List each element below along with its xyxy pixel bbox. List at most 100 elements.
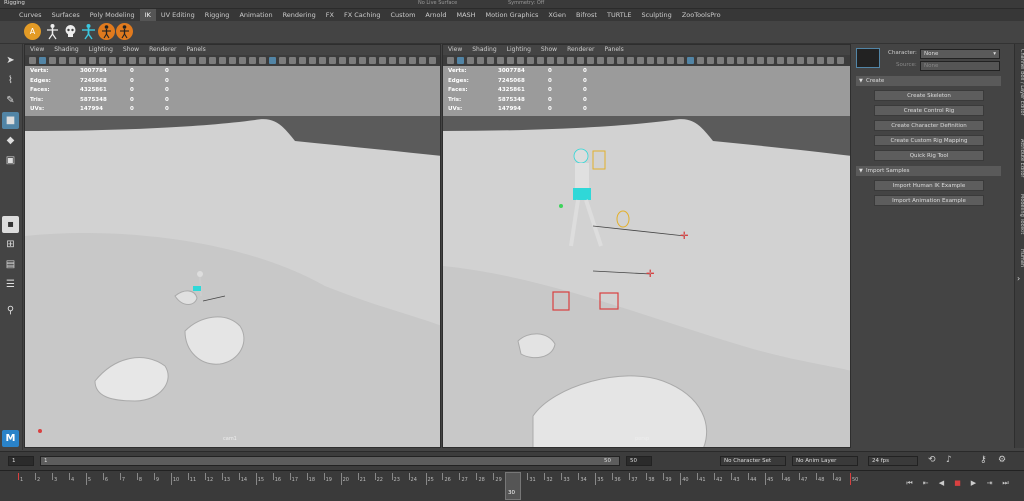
hik-button-create-skeleton[interactable]: Create Skeleton bbox=[874, 90, 984, 101]
scale-tool-icon[interactable]: ▣ bbox=[2, 152, 19, 169]
panel-tool-icon[interactable] bbox=[547, 57, 554, 64]
shelf-tab[interactable]: Custom bbox=[386, 9, 421, 21]
source-dropdown[interactable]: None bbox=[920, 61, 1000, 71]
panel-tool-icon[interactable] bbox=[777, 57, 784, 64]
fk-figure-icon[interactable] bbox=[98, 23, 115, 40]
panel-tool-icon[interactable] bbox=[827, 57, 834, 64]
panel-tool-icon[interactable] bbox=[289, 57, 296, 64]
import-section-header[interactable]: ▼ Import Samples bbox=[856, 166, 1001, 176]
panel-tool-icon[interactable] bbox=[249, 57, 256, 64]
panel-tool-icon[interactable] bbox=[39, 57, 46, 64]
shelf-tab[interactable]: ZooToolsPro bbox=[677, 9, 726, 21]
panel-tool-icon[interactable] bbox=[467, 57, 474, 64]
shelf-tab[interactable]: FX Caching bbox=[339, 9, 386, 21]
viewport-left[interactable]: View Shading Lighting Show Renderer Panels Ve… bbox=[24, 44, 441, 448]
shelf-tab[interactable]: Motion Graphics bbox=[481, 9, 544, 21]
panel-tool-icon[interactable] bbox=[29, 57, 36, 64]
hik-button-quick-rig-tool[interactable]: Quick Rig Tool bbox=[874, 150, 984, 161]
hik-window-icon[interactable]: A bbox=[24, 23, 41, 40]
panel-tool-icon[interactable] bbox=[557, 57, 564, 64]
panel-tool-icon[interactable] bbox=[797, 57, 804, 64]
panel-tool-icon[interactable] bbox=[209, 57, 216, 64]
panel-tool-icon[interactable] bbox=[239, 57, 246, 64]
paint-select-icon[interactable]: ✎ bbox=[2, 92, 19, 109]
menu-set-dropdown[interactable]: Rigging bbox=[4, 0, 25, 7]
panel-tool-icon[interactable] bbox=[409, 57, 416, 64]
hik-button-create-control-rig[interactable]: Create Control Rig bbox=[874, 105, 984, 116]
shelf-tab[interactable]: UV Editing bbox=[156, 9, 200, 21]
go-to-end-icon[interactable]: ⏭ bbox=[1001, 479, 1010, 488]
panel-tool-icon[interactable] bbox=[419, 57, 426, 64]
character-dropdown[interactable]: None ▾ bbox=[920, 49, 1000, 59]
panel-menu-item[interactable]: Shading bbox=[467, 45, 501, 55]
go-to-start-icon[interactable]: ⏮ bbox=[905, 479, 914, 488]
panel-menu-item[interactable]: Panels bbox=[181, 45, 210, 55]
scene-view[interactable] bbox=[25, 116, 441, 448]
shelf-tab[interactable]: IK bbox=[139, 9, 156, 21]
ik-figure-icon[interactable] bbox=[116, 23, 133, 40]
panel-menu-item[interactable]: Show bbox=[536, 45, 562, 55]
panel-tool-icon[interactable] bbox=[159, 57, 166, 64]
step-back-key-icon[interactable]: ⇤ bbox=[921, 479, 930, 488]
panel-tool-icon[interactable] bbox=[537, 57, 544, 64]
panel-tool-icon[interactable] bbox=[577, 57, 584, 64]
panel-tool-icon[interactable] bbox=[567, 57, 574, 64]
panel-tool-icon[interactable] bbox=[487, 57, 494, 64]
panel-tool-icon[interactable] bbox=[269, 57, 276, 64]
panel-tool-icon[interactable] bbox=[817, 57, 824, 64]
move-tool-icon[interactable]: ■ bbox=[2, 112, 19, 129]
four-view-layout-icon[interactable]: ⊞ bbox=[2, 236, 19, 253]
end-frame-field[interactable]: 50 bbox=[626, 456, 652, 466]
skull-icon[interactable] bbox=[62, 23, 79, 40]
stop-icon[interactable]: ■ bbox=[953, 479, 962, 488]
anim-layer-dropdown[interactable]: No Anim Layer bbox=[792, 456, 858, 466]
chevron-right-icon[interactable]: › bbox=[1017, 274, 1020, 283]
panel-tool-icon[interactable] bbox=[99, 57, 106, 64]
panel-tool-icon[interactable] bbox=[617, 57, 624, 64]
panel-tool-icon[interactable] bbox=[59, 57, 66, 64]
panel-tool-icon[interactable] bbox=[497, 57, 504, 64]
panel-menu-item[interactable]: View bbox=[25, 45, 49, 55]
panel-tool-icon[interactable] bbox=[119, 57, 126, 64]
shelf-tab[interactable]: Rigging bbox=[200, 9, 235, 21]
lasso-tool-icon[interactable]: ⌇ bbox=[2, 72, 19, 89]
panel-menu-item[interactable]: Renderer bbox=[562, 45, 599, 55]
hik-button-import-human-ik-example[interactable]: Import Human IK Example bbox=[874, 180, 984, 191]
shelf-tab[interactable]: Rendering bbox=[278, 9, 321, 21]
scene-view[interactable]: ✛ ✛ bbox=[443, 116, 851, 448]
panel-tool-icon[interactable] bbox=[199, 57, 206, 64]
panel-tool-icon[interactable] bbox=[667, 57, 674, 64]
step-back-frame-icon[interactable]: ◀ bbox=[937, 479, 946, 488]
panel-tool-icon[interactable] bbox=[647, 57, 654, 64]
panel-menu-item[interactable]: Lighting bbox=[502, 45, 536, 55]
panel-menu-item[interactable]: Show bbox=[118, 45, 144, 55]
sound-icon[interactable]: ♪ bbox=[946, 455, 952, 465]
panel-tool-icon[interactable] bbox=[707, 57, 714, 64]
current-frame-marker[interactable]: 30 bbox=[505, 472, 521, 500]
panel-tool-icon[interactable] bbox=[747, 57, 754, 64]
two-view-layout-icon[interactable]: ▤ bbox=[2, 256, 19, 273]
shelf-tab[interactable]: TURTLE bbox=[602, 9, 636, 21]
panel-tool-icon[interactable] bbox=[219, 57, 226, 64]
panel-tool-icon[interactable] bbox=[517, 57, 524, 64]
panel-tool-icon[interactable] bbox=[677, 57, 684, 64]
panel-tool-icon[interactable] bbox=[179, 57, 186, 64]
panel-tool-icon[interactable] bbox=[429, 57, 436, 64]
shelf-tab[interactable]: Arnold bbox=[420, 9, 451, 21]
preferences-icon[interactable]: ⚙ bbox=[998, 455, 1006, 465]
panel-tool-icon[interactable] bbox=[339, 57, 346, 64]
panel-tool-icon[interactable] bbox=[767, 57, 774, 64]
shelf-tab[interactable]: Bifrost bbox=[571, 9, 602, 21]
panel-tool-icon[interactable] bbox=[79, 57, 86, 64]
panel-tool-icon[interactable] bbox=[309, 57, 316, 64]
hik-button-create-custom-rig-mapping[interactable]: Create Custom Rig Mapping bbox=[874, 135, 984, 146]
panel-tool-icon[interactable] bbox=[259, 57, 266, 64]
shelf-tab[interactable]: FX bbox=[321, 9, 339, 21]
live-surface-label[interactable]: No Live Surface bbox=[418, 0, 457, 7]
modeling-toolkit-tab[interactable]: Modeling Toolkit bbox=[1015, 194, 1024, 234]
shelf-tab[interactable]: Animation bbox=[234, 9, 277, 21]
panel-tool-icon[interactable] bbox=[637, 57, 644, 64]
panel-tool-icon[interactable] bbox=[89, 57, 96, 64]
search-icon[interactable]: ⚲ bbox=[2, 302, 19, 319]
panel-menu-item[interactable]: Shading bbox=[49, 45, 83, 55]
